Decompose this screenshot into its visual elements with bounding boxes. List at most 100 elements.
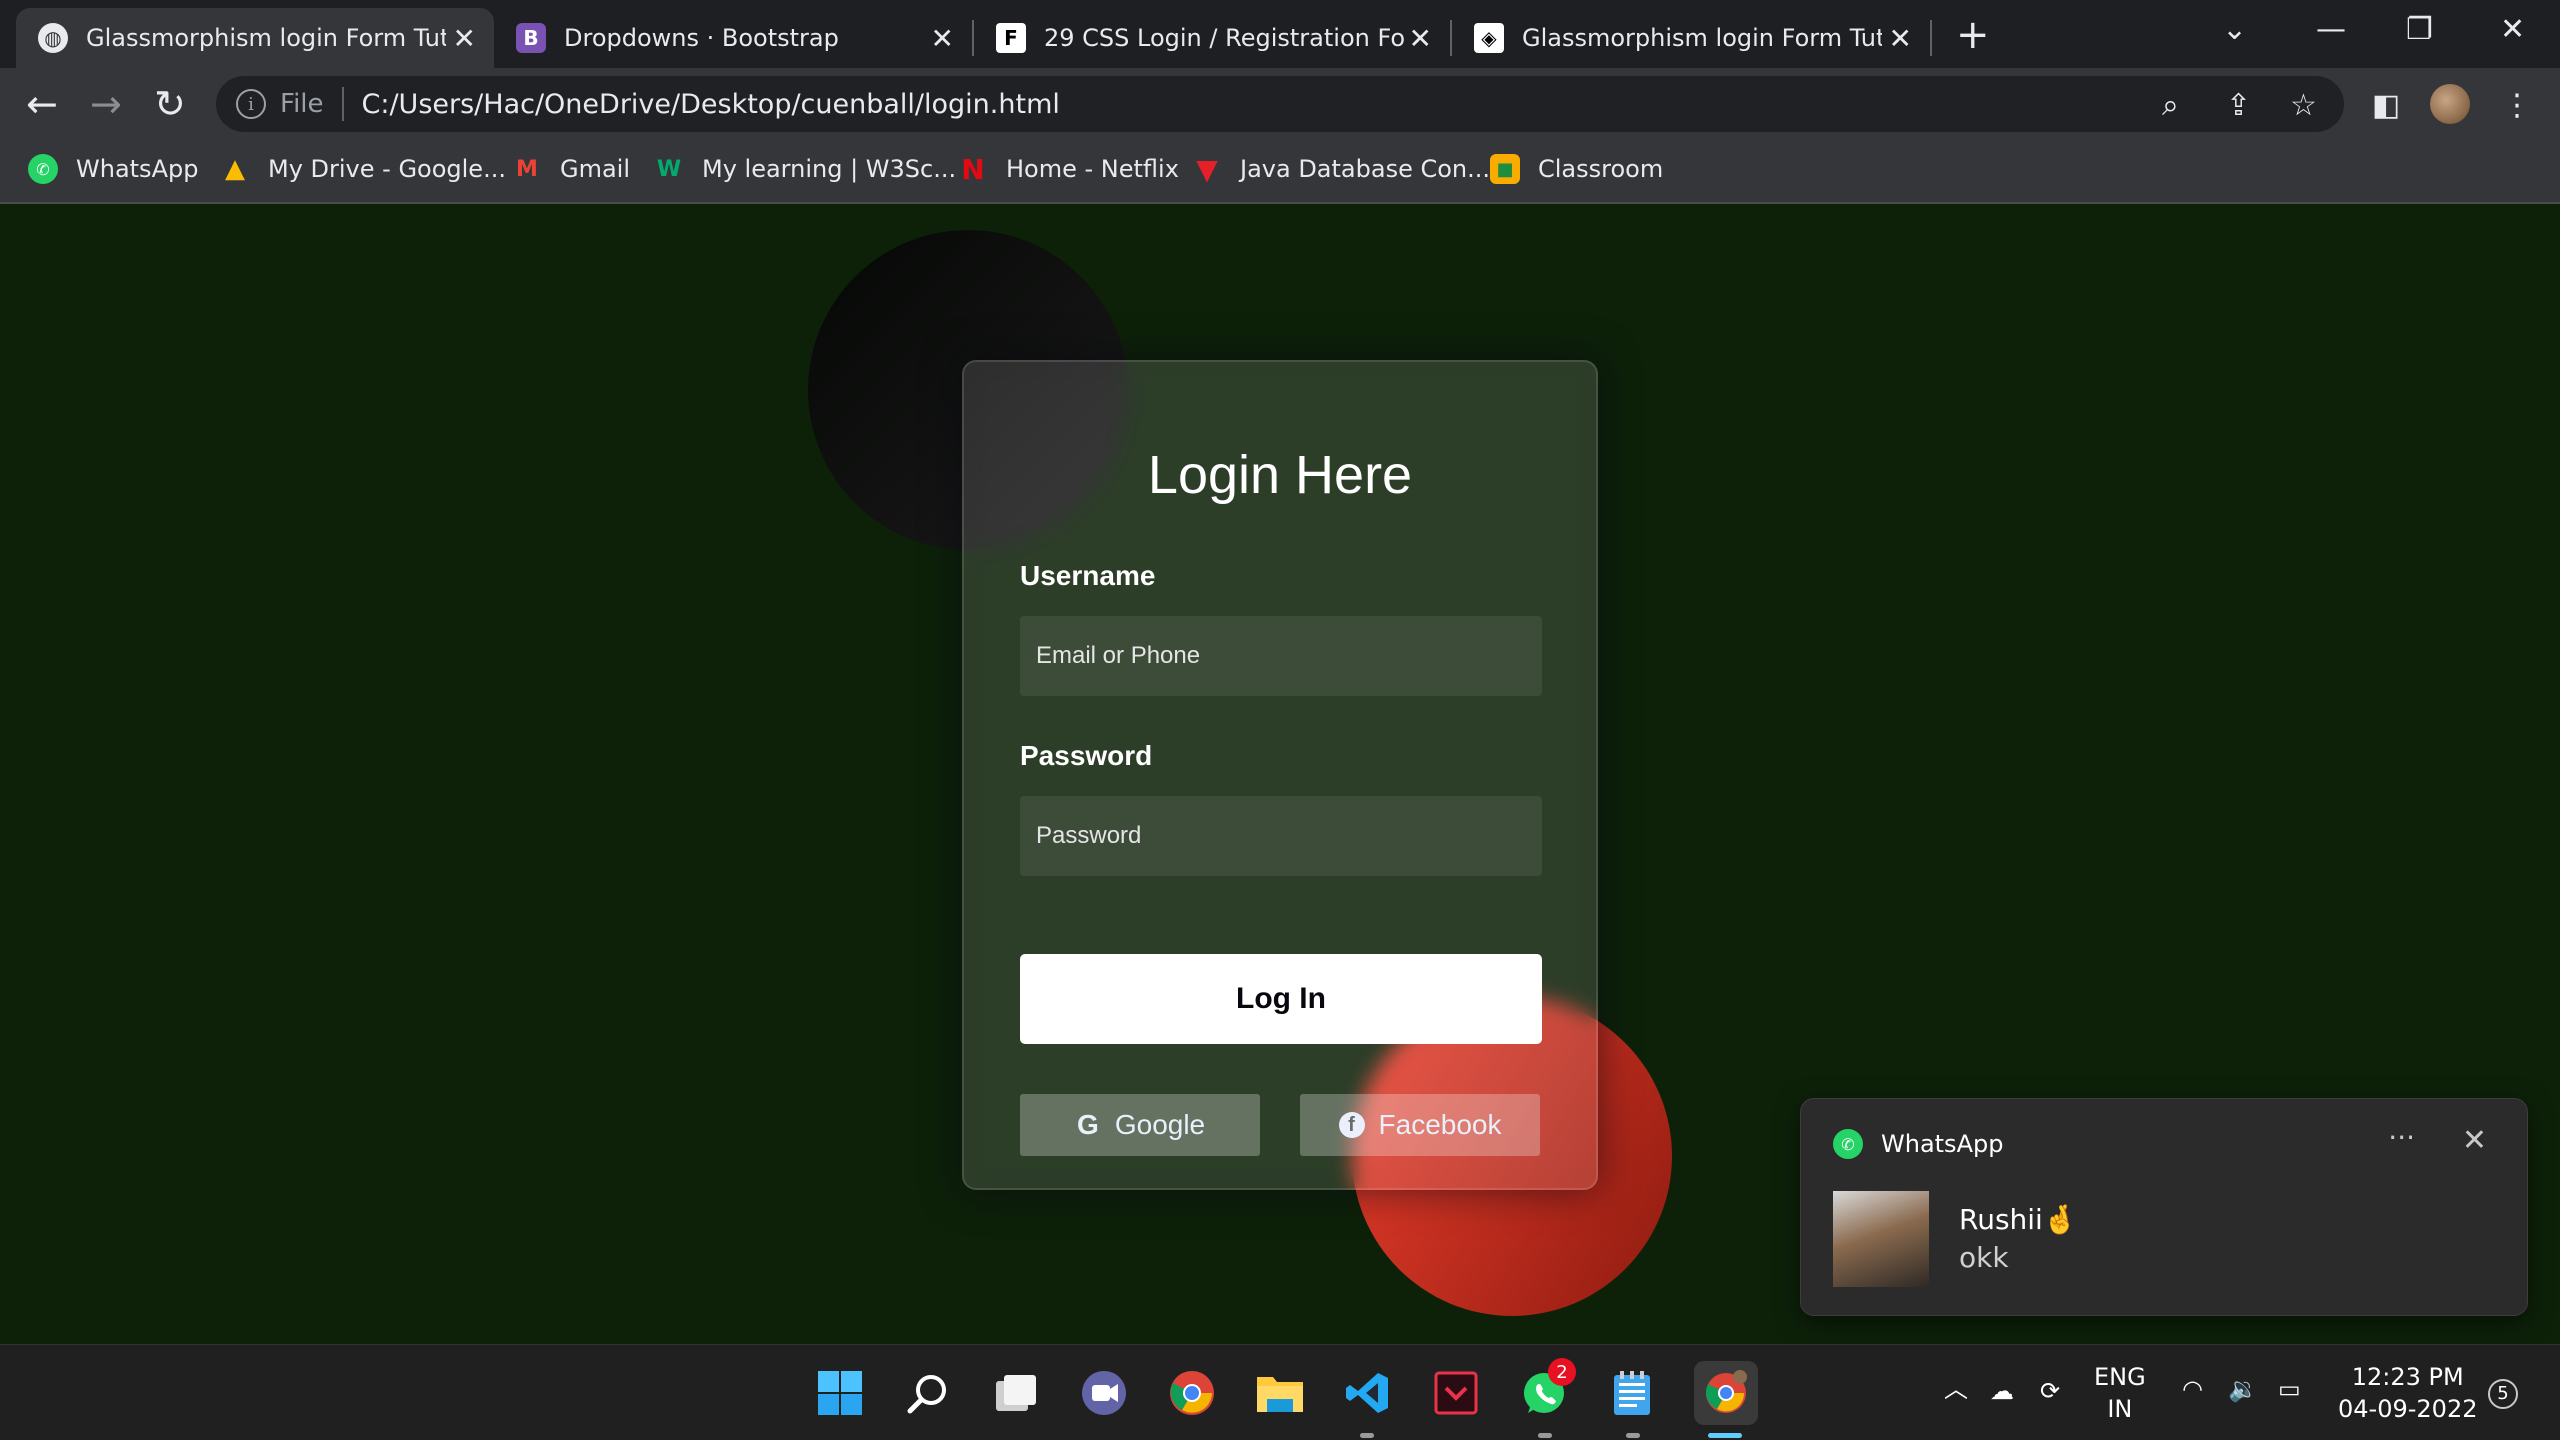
close-window-icon[interactable]: ✕ [2500, 12, 2525, 47]
java-tpoint-icon: ▼ [1196, 152, 1218, 186]
clock-time: 12:23 PM [2351, 1363, 2464, 1391]
facebook-login-button[interactable]: f Facebook [1300, 1094, 1540, 1156]
share-icon[interactable]: ⇪ [2226, 88, 2251, 123]
language-code: ENG [2094, 1363, 2146, 1391]
chrome-active-indicator [1708, 1433, 1742, 1438]
bookmark-label: Classroom [1538, 155, 1664, 183]
address-bar[interactable]: i File C:/Users/Hac/OneDrive/Desktop/cue… [216, 76, 2344, 132]
facebook-label: Facebook [1378, 1109, 1502, 1140]
whatsapp-running-indicator [1538, 1433, 1552, 1438]
bookmark-star-icon[interactable]: ☆ [2290, 88, 2317, 123]
notepad-icon[interactable] [1606, 1367, 1658, 1419]
onedrive-icon[interactable]: ☁ [1990, 1375, 2014, 1407]
tab-strip: ◍ Glassmorphism login Form Tutorial ✕ B … [0, 0, 2560, 68]
bookmark-label: Java Database Con... [1240, 155, 1491, 183]
bookmark-label: My Drive - Google... [268, 155, 506, 183]
notification-sender: Rushii🤞 [1959, 1203, 2078, 1236]
facebook-icon: f [1338, 1112, 1365, 1138]
codepen-icon: ◈ [1474, 23, 1504, 53]
minimize-icon[interactable]: — [2316, 12, 2346, 47]
w3schools-icon: W [656, 156, 682, 182]
chrome-icon[interactable] [1166, 1367, 1218, 1419]
sync-icon[interactable]: ⟳ [2040, 1375, 2060, 1407]
bookmark-gmail[interactable]: M Gmail [512, 154, 630, 184]
volume-icon[interactable]: 🔉 [2228, 1373, 2258, 1405]
tab-separator [1930, 20, 1932, 56]
tab-glassmorphism-2[interactable]: ◈ Glassmorphism login Form Tutorial ✕ [1452, 8, 1930, 68]
url-text[interactable]: C:/Users/Hac/OneDrive/Desktop/cuenball/l… [362, 89, 1060, 120]
bookmark-label: WhatsApp [76, 155, 199, 183]
whatsapp-notification[interactable]: ✆ WhatsApp ··· ✕ Rushii🤞 okk [1800, 1098, 2528, 1316]
bookmark-w3schools[interactable]: W My learning | W3Sc... [654, 154, 956, 184]
login-title: Login Here [1147, 445, 1413, 505]
chrome-active-icon[interactable] [1694, 1361, 1758, 1425]
notepad-running-indicator [1626, 1433, 1640, 1438]
region-code: IN [2107, 1395, 2133, 1423]
language-indicator[interactable]: ENG IN [2094, 1361, 2146, 1425]
restore-icon[interactable]: ❐ [2406, 12, 2433, 47]
search-icon[interactable] [902, 1367, 954, 1419]
tab-search-chevron-icon[interactable]: ⌄ [2222, 12, 2247, 47]
site-info-icon[interactable]: i [236, 89, 266, 119]
task-view-icon[interactable] [990, 1367, 1042, 1419]
tab-title: 29 CSS Login / Registration Forms [1044, 24, 1404, 52]
username-label: Username [1020, 560, 1156, 591]
google-label: Google [1114, 1109, 1206, 1140]
tab-bootstrap[interactable]: B Dropdowns · Bootstrap ✕ [494, 8, 972, 68]
login-form: Login Here Username Password Log In G Go… [962, 360, 1598, 1190]
notification-center-count[interactable]: 5 [2488, 1379, 2518, 1409]
zoom-icon[interactable]: ⌕ [2162, 88, 2179, 123]
windows-start-icon[interactable] [814, 1367, 866, 1419]
close-tab-icon[interactable]: ✕ [931, 22, 954, 55]
battery-icon[interactable]: ▭ [2278, 1373, 2301, 1405]
bookmark-google-drive[interactable]: ▲ My Drive - Google... [220, 154, 506, 184]
tab-title: Glassmorphism login Form Tutorial [86, 24, 446, 52]
google-login-button[interactable]: G Google [1020, 1094, 1260, 1156]
side-panel-icon[interactable]: ◧ [2372, 88, 2400, 123]
bookmark-label: My learning | W3Sc... [702, 155, 957, 183]
bookmark-classroom[interactable]: ■ Classroom [1490, 154, 1663, 184]
bookmark-netflix[interactable]: N Home - Netflix [958, 152, 1179, 186]
pocket-icon[interactable] [1430, 1367, 1482, 1419]
tab-css-login-forms[interactable]: F 29 CSS Login / Registration Forms ✕ [974, 8, 1450, 68]
vscode-icon[interactable] [1342, 1367, 1394, 1419]
globe-icon: ◍ [38, 23, 68, 53]
clock-date: 04-09-2022 [2338, 1395, 2478, 1423]
close-tab-icon[interactable]: ✕ [453, 22, 476, 55]
bookmark-java-database[interactable]: ▼ Java Database Con... [1192, 152, 1491, 186]
more-options-icon[interactable]: ··· [2388, 1121, 2415, 1154]
freefrontend-icon: F [996, 23, 1026, 53]
taskbar: ︿ ☁ ⟳ ENG IN ◠ 🔉 ▭ 12:23 PM 04-09-2022 5 [0, 1344, 2560, 1440]
login-button[interactable]: Log In [1020, 954, 1542, 1044]
notification-header: ✆ WhatsApp [1833, 1129, 2003, 1159]
new-tab-icon[interactable]: + [1956, 12, 1990, 58]
google-drive-icon: ▲ [225, 154, 245, 184]
scheme-label: File [280, 89, 324, 119]
bookmark-label: Gmail [560, 155, 631, 183]
close-notification-icon[interactable]: ✕ [2462, 1123, 2487, 1158]
forward-icon[interactable]: → [90, 82, 122, 126]
close-tab-icon[interactable]: ✕ [1409, 22, 1432, 55]
sender-avatar [1833, 1191, 1929, 1287]
menu-icon[interactable]: ⋮ [2502, 88, 2532, 123]
bootstrap-icon: B [516, 23, 546, 53]
browser-toolbar: ← → ↻ i File C:/Users/Hac/OneDrive/Deskt… [0, 68, 2560, 140]
show-hidden-icons-chevron[interactable]: ︿ [1944, 1373, 1968, 1405]
password-input[interactable] [1020, 796, 1542, 876]
notification-app-name: WhatsApp [1881, 1130, 2004, 1158]
back-icon[interactable]: ← [26, 82, 58, 126]
tab-title: Dropdowns · Bootstrap [564, 24, 839, 52]
bookmark-whatsapp[interactable]: ✆ WhatsApp [28, 154, 198, 184]
clock[interactable]: 12:23 PM 04-09-2022 [2338, 1361, 2477, 1425]
tab-glassmorphism-1[interactable]: ◍ Glassmorphism login Form Tutorial ✕ [16, 8, 494, 68]
reload-icon[interactable]: ↻ [154, 82, 186, 126]
profile-avatar[interactable] [2430, 84, 2470, 124]
close-tab-icon[interactable]: ✕ [1889, 22, 1912, 55]
wifi-icon[interactable]: ◠ [2182, 1373, 2203, 1405]
username-input[interactable] [1020, 616, 1542, 696]
teams-chat-icon[interactable] [1078, 1367, 1130, 1419]
google-icon: G [1076, 1109, 1099, 1140]
file-explorer-icon[interactable] [1254, 1367, 1306, 1419]
classroom-icon: ■ [1490, 154, 1520, 184]
netflix-icon: N [961, 152, 985, 186]
